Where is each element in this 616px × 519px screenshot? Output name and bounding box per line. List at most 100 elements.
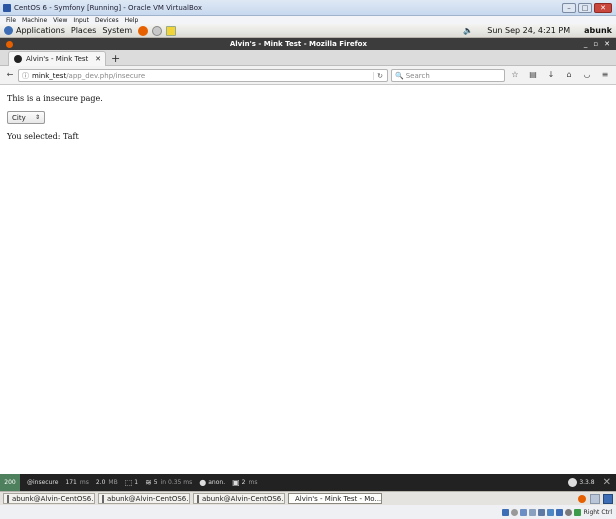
menu-machine[interactable]: Machine	[22, 17, 47, 24]
city-select[interactable]: City ⇕	[7, 111, 45, 124]
menu-input[interactable]: Input	[73, 17, 89, 24]
site-info-icon[interactable]: ⓘ	[22, 71, 29, 81]
back-icon[interactable]: ←	[3, 70, 17, 79]
twig-unit: ms	[248, 479, 258, 486]
forms-item[interactable]: ⬚ 1	[125, 478, 138, 487]
search-icon: 🔍	[395, 71, 404, 80]
new-tab-icon[interactable]: +	[111, 52, 120, 65]
firefox-tray-icon[interactable]	[578, 494, 586, 503]
twig-icon: ▣	[232, 478, 240, 487]
memory-value: 2.0	[95, 479, 106, 486]
tab-title: Alvin's - Mink Test	[26, 55, 89, 63]
taskbar: abunk@Alvin-CentOS6... abunk@Alvin-CentO…	[0, 491, 616, 505]
hard-disk-icon[interactable]	[501, 508, 509, 516]
reload-icon[interactable]: ↻	[373, 71, 383, 80]
time-unit: ms	[79, 479, 89, 486]
gnome-foot-icon[interactable]	[4, 26, 13, 35]
toolbar-icons: ☆ ▤ ↓ ⌂ ◡ ≡	[508, 70, 612, 79]
system-menu[interactable]: System	[102, 26, 132, 35]
network-icon[interactable]	[528, 508, 536, 516]
taskbar-item-terminal-1[interactable]: abunk@Alvin-CentOS6...	[3, 493, 95, 504]
cache-item[interactable]: ≋ 5 in 0.35 ms	[145, 478, 192, 487]
time-value: 171	[65, 479, 77, 486]
optical-drive-icon[interactable]	[510, 508, 518, 516]
tab-close-icon[interactable]: ✕	[95, 55, 101, 63]
minimize-button[interactable]: –	[562, 2, 576, 13]
usb-icon[interactable]	[537, 508, 545, 516]
time-item[interactable]: 171 ms	[65, 479, 88, 486]
tab-active[interactable]: Alvin's - Mink Test ✕	[8, 51, 106, 66]
route-item[interactable]: @insecure	[27, 479, 58, 486]
select-arrows-icon: ⇕	[34, 114, 40, 121]
pocket-icon[interactable]: ◡	[580, 70, 594, 79]
menu-help[interactable]: Help	[125, 17, 139, 24]
close-button[interactable]: ✕	[594, 2, 612, 13]
volume-icon[interactable]: 🔈	[463, 26, 473, 35]
twig-item[interactable]: ▣ 2 ms	[232, 478, 257, 487]
taskbar-item-label: abunk@Alvin-CentOS6...	[12, 494, 95, 503]
menu-file[interactable]: File	[6, 17, 16, 24]
search-placeholder: Search	[405, 71, 430, 80]
page-message: This is a insecure page.	[7, 94, 103, 103]
maximize-button[interactable]: □	[578, 2, 592, 13]
window-maximize-icon[interactable]: ▫	[593, 40, 598, 48]
clock[interactable]: Sun Sep 24, 4:21 PM	[487, 26, 570, 35]
memory-unit: MB	[108, 479, 118, 486]
home-icon[interactable]: ⌂	[562, 70, 576, 79]
taskbar-item-terminal-3[interactable]: abunk@Alvin-CentOS6...	[193, 493, 285, 504]
taskbar-item-label: abunk@Alvin-CentOS6...	[107, 494, 190, 503]
bookmark-star-icon[interactable]: ☆	[508, 70, 522, 79]
virtualbox-menu-bar: File Machine View Input Devices Help	[0, 16, 616, 24]
host-key-label[interactable]: Right Ctrl	[584, 509, 612, 516]
virtualbox-title: CentOS 6 - Symfony [Running] - Oracle VM…	[14, 3, 203, 12]
symfony-debug-toolbar: 200 @insecure 171 ms 2.0 MB ⬚ 1 ≋ 5 in 0…	[0, 474, 616, 491]
tab-strip: Alvin's - Mink Test ✕ +	[0, 50, 616, 66]
taskbar-item-label: abunk@Alvin-CentOS6...	[202, 494, 285, 503]
terminal-icon	[197, 494, 199, 503]
symfony-version: 3.3.8	[579, 479, 595, 486]
navigation-bar: ← ⓘ mink_test /app_dev.php/insecure ↻ 🔍 …	[0, 66, 616, 85]
applications-menu[interactable]: Applications	[16, 26, 65, 35]
url-bar[interactable]: ⓘ mink_test /app_dev.php/insecure ↻	[18, 69, 388, 82]
city-select-value: City	[12, 113, 26, 122]
taskbar-item-terminal-2[interactable]: abunk@Alvin-CentOS6...	[98, 493, 190, 504]
user-name[interactable]: abunk	[584, 26, 612, 35]
virtualbox-icon	[3, 3, 11, 12]
audio-icon[interactable]	[519, 508, 527, 516]
terminal-icon	[102, 494, 104, 503]
twig-value: 2	[241, 479, 246, 486]
window-minimize-icon[interactable]: _	[584, 40, 588, 48]
toolbar-close-icon[interactable]: ✕	[603, 477, 611, 488]
notes-launcher-icon[interactable]	[166, 25, 177, 36]
menu-icon[interactable]: ≡	[598, 70, 612, 79]
firefox-title-bar: Alvin's - Mink Test - Mozilla Firefox _ …	[0, 38, 616, 50]
symfony-version-item[interactable]: 3.3.8	[568, 478, 595, 487]
shared-folders-icon[interactable]	[546, 508, 554, 516]
firefox-icon	[6, 40, 13, 48]
memory-item[interactable]: 2.0 MB	[96, 479, 118, 486]
menu-view[interactable]: View	[53, 17, 67, 24]
search-bar[interactable]: 🔍 Search	[391, 69, 505, 82]
library-icon[interactable]: ▤	[526, 70, 540, 79]
video-capture-icon[interactable]	[564, 508, 572, 516]
mouse-integration-icon[interactable]	[573, 508, 581, 516]
virtualbox-title-bar: CentOS 6 - Symfony [Running] - Oracle VM…	[0, 0, 616, 16]
workspace-switcher[interactable]	[590, 493, 600, 504]
downloads-icon[interactable]: ↓	[544, 70, 558, 79]
display-icon[interactable]	[555, 508, 563, 516]
window-close-icon[interactable]: ✕	[604, 40, 610, 48]
places-menu[interactable]: Places	[71, 26, 96, 35]
symfony-logo-icon	[568, 478, 578, 487]
status-code-badge[interactable]: 200	[0, 474, 20, 491]
firefox-launcher-icon[interactable]	[138, 25, 149, 36]
menu-devices[interactable]: Devices	[95, 17, 119, 24]
workspace-switcher-active[interactable]	[603, 493, 613, 504]
cache-icon: ≋	[145, 478, 152, 487]
gnome-panel: Applications Places System 🔈 Sun Sep 24,…	[0, 24, 616, 38]
security-item[interactable]: ● anon.	[199, 478, 225, 487]
cache-value: 5	[153, 479, 158, 486]
mail-launcher-icon[interactable]	[152, 25, 163, 36]
cache-detail: in 0.35 ms	[160, 479, 193, 486]
taskbar-item-label: Alvin's - Mink Test - Mo...	[295, 494, 382, 503]
taskbar-item-firefox[interactable]: Alvin's - Mink Test - Mo...	[288, 493, 382, 504]
